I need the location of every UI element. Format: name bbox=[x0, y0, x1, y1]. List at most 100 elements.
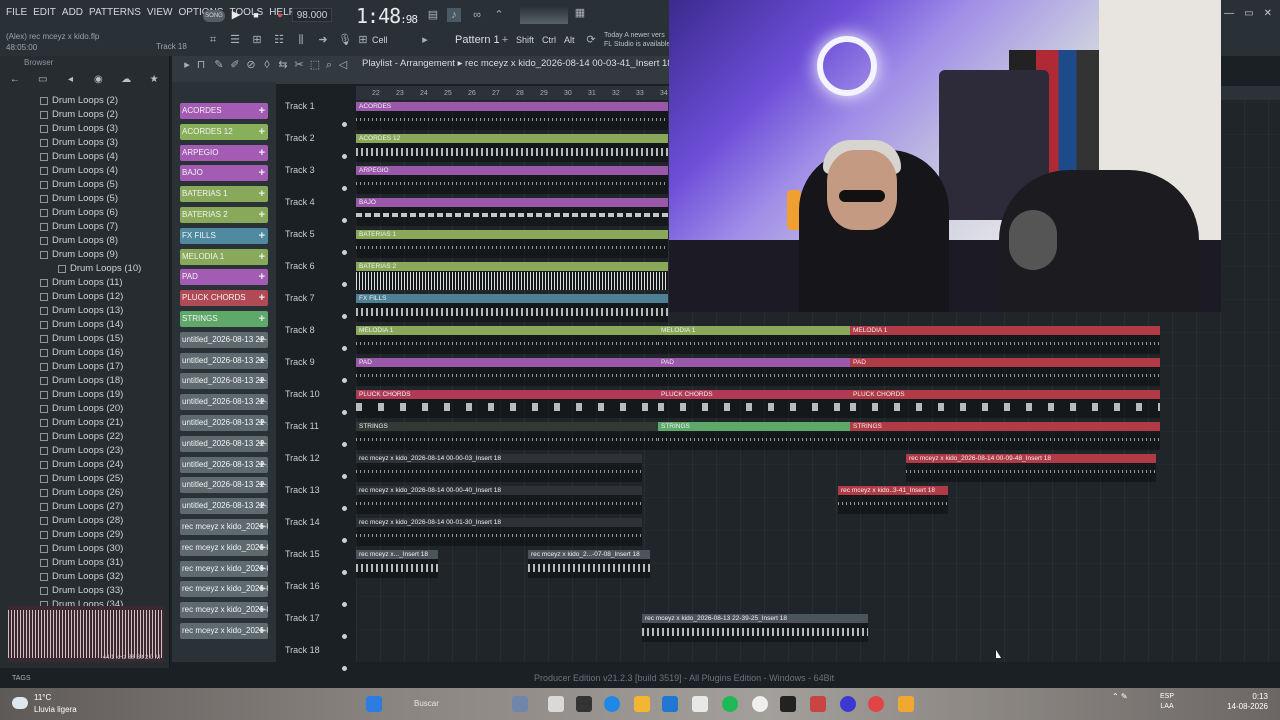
store-icon[interactable] bbox=[662, 696, 678, 712]
add-icon[interactable]: + bbox=[259, 540, 265, 556]
song-mode-toggle[interactable]: SONG bbox=[203, 10, 225, 22]
draw-icon[interactable]: ✎ bbox=[212, 58, 226, 72]
folder-icon[interactable] bbox=[634, 696, 650, 712]
track-label[interactable]: Track 14 bbox=[285, 517, 320, 527]
menu-item[interactable]: PATTERNS bbox=[89, 7, 141, 18]
browser-item[interactable]: Drum Loops (7) bbox=[0, 220, 170, 234]
track-mute-led[interactable] bbox=[342, 154, 347, 159]
track-mute-led[interactable] bbox=[342, 666, 347, 671]
picker-item[interactable]: BATERIAS 2 + bbox=[180, 207, 268, 223]
playlist-clip[interactable]: BAJO bbox=[356, 198, 668, 226]
menu-item[interactable]: EDIT bbox=[33, 7, 56, 18]
back-icon[interactable]: ← bbox=[6, 74, 24, 88]
picker-item[interactable]: MELODIA 1 + bbox=[180, 248, 268, 265]
picker-item[interactable]: rec mceyz x kido_2026-0...+ bbox=[180, 602, 268, 619]
track-label[interactable]: Track 17 bbox=[285, 613, 320, 623]
track-label[interactable]: Track 8 bbox=[285, 325, 315, 335]
edge-icon[interactable] bbox=[604, 696, 620, 712]
files-icon[interactable]: ▭ bbox=[34, 74, 52, 88]
refresh-icon[interactable]: ⟳ bbox=[584, 33, 598, 47]
add-icon[interactable]: + bbox=[259, 145, 265, 161]
mixer-view-icon[interactable]: ⫼ bbox=[294, 33, 308, 47]
arrow-icon[interactable]: ➜ bbox=[316, 33, 330, 47]
close-icon[interactable]: ✕ bbox=[1264, 8, 1272, 19]
slice-icon[interactable]: ✂ bbox=[292, 58, 306, 72]
step-icon[interactable]: ⌃ bbox=[492, 8, 506, 22]
track-mute-led[interactable] bbox=[342, 474, 347, 479]
browser-item[interactable]: Drum Loops (23) bbox=[0, 444, 170, 458]
picker-item[interactable]: PAD + bbox=[180, 269, 268, 286]
picker-item[interactable]: rec mceyz x kido_2026-0...+ bbox=[180, 539, 268, 556]
browser-item[interactable]: Drum Loops (4) bbox=[0, 164, 170, 178]
picker-item[interactable]: untitled_2026-08-13 22-... + bbox=[180, 352, 268, 369]
add-icon[interactable]: + bbox=[259, 602, 265, 618]
track-mute-led[interactable] bbox=[342, 442, 347, 447]
playlist-clip[interactable]: STRINGS bbox=[658, 422, 850, 450]
track-label[interactable]: Track 2 bbox=[285, 133, 315, 143]
taskbar-clock[interactable]: 0:13 14-08-2026 bbox=[1222, 692, 1268, 712]
taskbar-search[interactable]: Buscar bbox=[396, 696, 496, 712]
app-icon-4[interactable] bbox=[692, 696, 708, 712]
menu-item[interactable]: FILE bbox=[6, 7, 27, 18]
picker-item[interactable]: rec mceyz x kido_2026-0...+ bbox=[180, 581, 268, 598]
track-label[interactable]: Track 10 bbox=[285, 389, 320, 399]
playlist-clip[interactable]: FX FILLS bbox=[356, 294, 668, 322]
playlist-clip[interactable]: rec mceyz x kido_2026-08-14 00-00-03_Ins… bbox=[356, 454, 642, 482]
playlist-clip[interactable]: ARPEGIO bbox=[356, 166, 668, 194]
track-mute-led[interactable] bbox=[342, 634, 347, 639]
track-label[interactable]: Track 3 bbox=[285, 165, 315, 175]
browser-item[interactable]: Drum Loops (30) bbox=[0, 542, 170, 556]
add-icon[interactable]: + bbox=[259, 165, 265, 181]
playlist-clip[interactable]: PLUCK CHORDS bbox=[356, 390, 658, 418]
track-mute-led[interactable] bbox=[342, 602, 347, 607]
track-mute-led[interactable] bbox=[342, 346, 347, 351]
browser-item[interactable]: Drum Loops (2) bbox=[0, 94, 170, 108]
add-icon[interactable]: + bbox=[259, 623, 265, 639]
mute-icon[interactable]: ◊ bbox=[260, 58, 274, 72]
playlist-clip[interactable]: STRINGS bbox=[850, 422, 1160, 450]
picker-item[interactable]: PLUCK CHORDS + bbox=[180, 290, 268, 307]
picker-item[interactable]: untitled_2026-08-13 22-... + bbox=[180, 498, 268, 515]
add-icon[interactable]: + bbox=[259, 124, 265, 140]
browser-item[interactable]: Drum Loops (18) bbox=[0, 374, 170, 388]
piano-roll-icon[interactable]: ⊞ bbox=[250, 33, 264, 47]
browser-item[interactable]: Drum Loops (2) bbox=[0, 108, 170, 122]
playlist-clip[interactable]: rec mceyz x kido_2026-08-13 22-39-25_Ins… bbox=[642, 614, 868, 642]
picker-item[interactable]: untitled_2026-08-13 22-... + bbox=[180, 415, 268, 431]
browser-item[interactable]: Drum Loops (31) bbox=[0, 556, 170, 570]
snap-icon[interactable]: ⌗ bbox=[206, 33, 220, 47]
track-mute-led[interactable] bbox=[342, 570, 347, 575]
magnet-icon[interactable]: ⊓ bbox=[194, 58, 208, 72]
mixer-icon[interactable]: ▤ bbox=[426, 8, 440, 22]
collapse-icon[interactable]: ◂ bbox=[62, 74, 80, 88]
metronome-icon[interactable]: ♪ bbox=[447, 8, 461, 22]
app-icon-3[interactable] bbox=[576, 696, 592, 712]
track-label[interactable]: Track 4 bbox=[285, 197, 315, 207]
sample-preview[interactable]: 44.1 kHz 88 Bit 2.0 M bbox=[8, 606, 164, 662]
picker-item[interactable]: ACORDES 12 + bbox=[180, 123, 268, 140]
play-pattern-icon[interactable]: ▸ bbox=[418, 33, 432, 47]
browser-item[interactable]: Drum Loops (17) bbox=[0, 360, 170, 374]
star-icon[interactable]: ★ bbox=[145, 74, 163, 88]
play-icon[interactable]: ▶ bbox=[228, 7, 244, 23]
browser-item[interactable]: Drum Loops (20) bbox=[0, 402, 170, 416]
track-label[interactable]: Track 9 bbox=[285, 357, 315, 367]
add-icon[interactable]: + bbox=[259, 581, 265, 597]
add-icon[interactable]: + bbox=[259, 457, 265, 473]
paint-icon[interactable]: ✐ bbox=[228, 58, 242, 72]
playlist-clip[interactable]: MELODIA 1 bbox=[658, 326, 850, 354]
track-label[interactable]: Track 11 bbox=[285, 421, 319, 431]
browser-item[interactable]: Drum Loops (11) bbox=[0, 276, 170, 290]
playlist-clip[interactable]: rec mceyz x kido_2...-07-08_Insert 18 bbox=[528, 550, 650, 578]
app-icon-6[interactable] bbox=[810, 696, 826, 712]
picker-item[interactable]: FX FILLS + bbox=[180, 227, 268, 244]
browser-item[interactable]: Drum Loops (6) bbox=[0, 206, 170, 220]
chrome-icon[interactable] bbox=[752, 696, 768, 712]
track-label[interactable]: Track 13 bbox=[285, 485, 320, 495]
add-pattern-icon[interactable]: + bbox=[498, 33, 512, 47]
menu-item[interactable]: VIEW bbox=[147, 7, 173, 18]
picker-item[interactable]: untitled_2026-08-13 22-... + bbox=[180, 331, 268, 348]
playlist-clip[interactable]: rec mceyz x kido_2026-08-14 00-01-30_Ins… bbox=[356, 518, 642, 546]
news-panel[interactable]: Today A newer vers FL Studio is availabl… bbox=[604, 31, 670, 49]
app-icon-5[interactable] bbox=[780, 696, 796, 712]
